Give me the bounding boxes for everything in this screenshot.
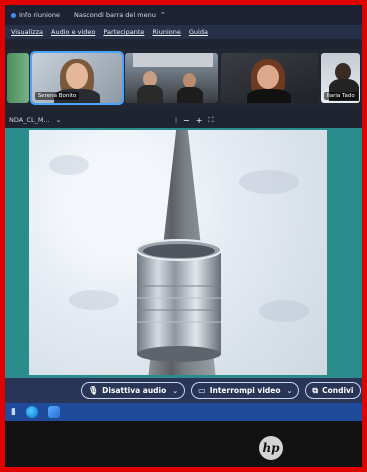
- share-screen-label: Condivi: [322, 386, 354, 395]
- participant-tile-active[interactable]: Serena Bonito: [29, 51, 125, 105]
- participant-name: Serena Bonito: [34, 92, 80, 100]
- laptop-bezel: [5, 421, 362, 467]
- mute-audio-button[interactable]: 🎙 Disattiva audio ⌄: [81, 382, 186, 399]
- menu-meeting[interactable]: Riunione: [152, 28, 180, 36]
- meeting-info-button[interactable]: Info riunione: [11, 11, 60, 19]
- participant-tile[interactable]: [7, 53, 29, 103]
- hide-menu-label: Nascondi barra del menu: [74, 11, 156, 19]
- menu-audio-video[interactable]: Audio e video: [51, 28, 95, 36]
- chevron-up-icon: ⌃: [159, 11, 166, 19]
- participant-strip: Serena Bonito Ilaria Tado: [5, 49, 362, 107]
- hide-menu-button[interactable]: Nascondi barra del menu ⌃: [74, 11, 166, 19]
- share-screen-icon: ⧉: [312, 385, 319, 395]
- start-icon[interactable]: ▮: [11, 407, 16, 417]
- hp-logo-text: hp: [262, 441, 280, 455]
- tin-can: [136, 239, 222, 362]
- menu-help[interactable]: Guida: [189, 28, 208, 36]
- zoom-controls: | − + ⛶: [175, 116, 213, 125]
- menu-view[interactable]: Visualizza: [11, 28, 43, 36]
- participant-tile[interactable]: Ilaria Tado: [320, 53, 360, 103]
- meeting-window: Info riunione Nascondi barra del menu ⌃ …: [5, 5, 362, 403]
- mute-audio-label: Disattiva audio: [102, 386, 167, 395]
- fit-screen-icon[interactable]: ⛶: [208, 116, 213, 125]
- share-screen-button[interactable]: ⧉ Condivi: [305, 382, 361, 399]
- chevron-down-icon[interactable]: ⌄: [287, 387, 293, 395]
- shared-screen-bar: NDA_CL_M... ⌄ | − + ⛶: [5, 113, 362, 127]
- snow-texture: [69, 290, 119, 310]
- hp-logo: hp: [259, 436, 283, 460]
- participant-body: [177, 87, 204, 103]
- zoom-out-button[interactable]: −: [183, 116, 190, 125]
- participant-face: [257, 65, 279, 89]
- stop-video-label: Interrompi video: [209, 386, 281, 395]
- chevron-down-icon[interactable]: ⌄: [56, 116, 62, 124]
- menu-bar: Visualizza Audio e video Partecipante Ri…: [5, 25, 362, 39]
- meeting-topbar: Info riunione Nascondi barra del menu ⌃: [5, 5, 362, 25]
- shared-photo: [29, 130, 327, 375]
- participant-body: [247, 89, 291, 103]
- divider: |: [175, 116, 178, 124]
- camera-icon: ▭: [198, 386, 206, 395]
- shared-screen: [5, 128, 362, 378]
- browser-icon[interactable]: [25, 406, 38, 418]
- participant-body: [137, 85, 164, 103]
- stop-video-button[interactable]: ▭ Interrompi video ⌄: [191, 382, 300, 399]
- shared-screen-title[interactable]: NDA_CL_M...: [9, 116, 50, 124]
- snow-texture: [239, 170, 299, 194]
- snow-texture: [49, 155, 89, 175]
- participant-tile[interactable]: [221, 53, 318, 103]
- chevron-down-icon[interactable]: ⌄: [172, 387, 178, 395]
- taskbar: ▮: [5, 403, 362, 421]
- meeting-controls: 🎙 Disattiva audio ⌄ ▭ Interrompi video ⌄…: [5, 378, 362, 403]
- participant-face: [183, 73, 197, 88]
- info-icon: [11, 12, 16, 18]
- background-wall: [133, 53, 214, 67]
- meeting-info-label: Info riunione: [19, 11, 60, 19]
- menu-participant[interactable]: Partecipante: [103, 28, 144, 36]
- zoom-in-button[interactable]: +: [196, 116, 203, 125]
- store-icon[interactable]: [47, 406, 60, 418]
- snow-texture: [259, 300, 309, 322]
- microphone-icon: 🎙: [88, 386, 99, 395]
- participant-tile[interactable]: [125, 53, 218, 103]
- participant-name: Ilaria Tado: [323, 92, 358, 100]
- participant-face: [65, 63, 88, 89]
